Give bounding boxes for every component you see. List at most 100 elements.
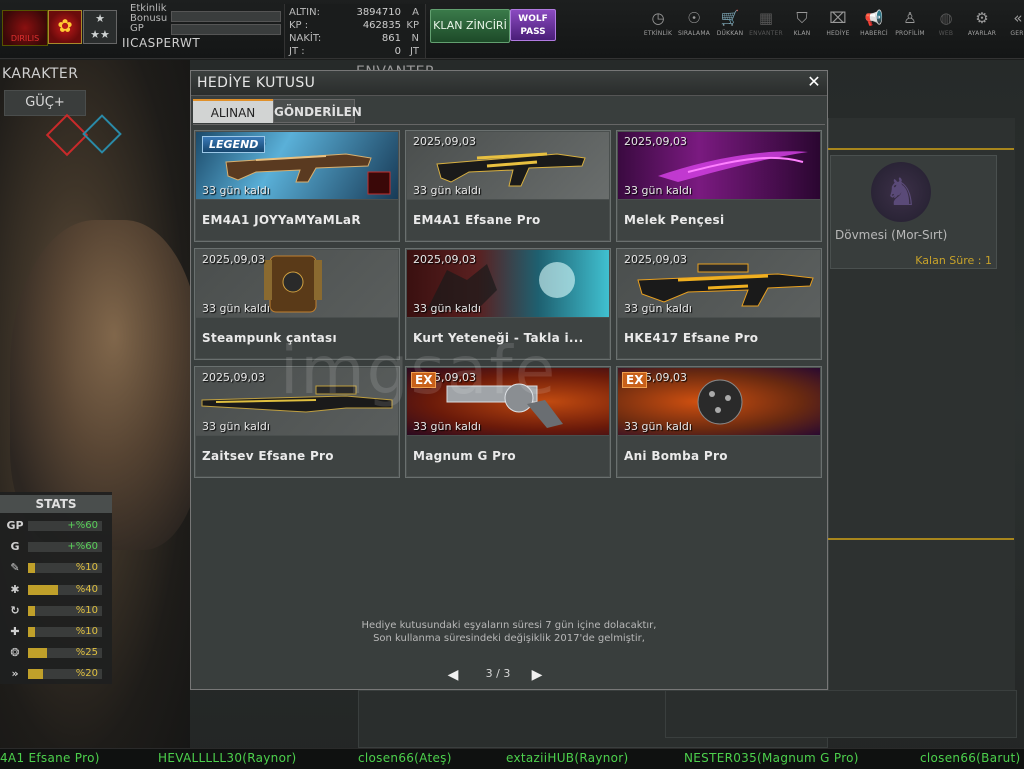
gift-item-card[interactable]: EX 2025,09,03 33 gün kaldı Ani Bomba Pro — [616, 366, 822, 478]
legend-badge: LEGEND — [202, 136, 266, 153]
nav-label: HABERCİ — [860, 30, 888, 37]
panel-divider — [828, 148, 1014, 150]
item-thumbnail: 2025,09,03 33 gün kaldı — [618, 250, 820, 317]
stat-value: +%60 — [67, 520, 98, 531]
stat-fill — [28, 627, 36, 637]
gift-item-card[interactable]: LEGEND2025,09,0333 gün kaldı EM4A1 JOYYaM… — [194, 130, 400, 242]
gp-bar — [171, 24, 281, 35]
tab-received[interactable]: ALINAN — [193, 99, 273, 123]
nav-shield[interactable]: ⛉ KLAN — [784, 6, 820, 52]
gift-item-card[interactable]: 2025,09,03 33 gün kaldı Kurt Yeteneği - Ta… — [405, 248, 611, 360]
stars-badge-icon: ★ ★★ — [83, 10, 117, 44]
rank-badge-icon[interactable]: ✿ — [48, 10, 82, 44]
close-icon[interactable]: ✕ — [805, 73, 823, 91]
item-name: Melek Pençesi — [624, 213, 725, 227]
item-name: EM4A1 Efsane Pro — [413, 213, 541, 227]
stat-row: G +%60 — [6, 539, 106, 555]
stat-row: ✎ %10 — [6, 560, 106, 576]
cart-icon: 🛒 — [720, 9, 740, 27]
item-date: 2025,09,03 — [202, 371, 265, 384]
top-bar: DIRILIS ✿ ★ ★★ Etkinlik Bonusu GP IICASPE… — [0, 0, 1024, 59]
item-thumbnail: EX 2025,09,03 33 gün kaldı — [407, 368, 609, 435]
days-remaining: 33 gün kaldı — [413, 420, 481, 433]
dash-icon: » — [11, 667, 19, 681]
nav-medal[interactable]: ☉ SIRALAMA — [676, 6, 712, 52]
tab-sent[interactable]: GÖNDERİLEN — [273, 99, 362, 123]
nav-label: ETKİNLİK — [643, 30, 673, 37]
nav-gift[interactable]: ⌧ HEDİYE — [820, 6, 856, 52]
nav-label: SIRALAMA — [677, 30, 711, 37]
stat-fill — [28, 669, 43, 680]
nav-gear[interactable]: ⚙ AYARLAR — [964, 6, 1000, 52]
stat-row: » %20 — [6, 666, 106, 682]
globe-icon: ◍ — [939, 9, 953, 27]
stat-value: %10 — [75, 604, 98, 616]
nav-inventory[interactable]: ▦ ENVANTER — [748, 6, 784, 52]
stat-value: %10 — [75, 626, 98, 637]
nav-label: WEB — [938, 30, 954, 37]
ex-badge: EX — [622, 372, 648, 388]
dialog-title: HEDİYE KUTUSU — [197, 75, 316, 91]
nav-back[interactable]: « GERİ — [1000, 6, 1024, 52]
nav-clock[interactable]: ◷ ETKİNLİK — [640, 6, 676, 52]
item-thumbnail: 2025,09,03 33 gün kaldı — [196, 368, 398, 435]
nav-label: GERİ — [1010, 30, 1024, 37]
gift-item-card[interactable]: 2025,09,03 33 gün kaldı EM4A1 Efsane Pro — [405, 130, 611, 242]
days-remaining: 33 gün kaldı — [624, 184, 692, 197]
days-remaining: 33 gün kaldı — [202, 420, 270, 433]
item-date: 2025,09,03 — [413, 253, 476, 266]
pagination: ◀ 3 / 3 ▶ — [445, 665, 565, 685]
days-remaining: 33 gün kaldı — [624, 420, 692, 433]
next-page-icon[interactable]: ▶ — [529, 665, 545, 685]
nav-globe[interactable]: ◍ WEB — [928, 6, 964, 52]
stat-row: ❂ %25 — [6, 645, 106, 661]
stamina-icon: ✎ — [10, 561, 20, 575]
gift-item-card[interactable]: EX 2025,09,03 33 gün kaldı Magnum G Pro — [405, 366, 611, 478]
item-thumbnail: EX 2025,09,03 33 gün kaldı — [618, 368, 820, 435]
nav-label: PROFİLİM — [895, 30, 925, 37]
item-name: EM4A1 JOYYaMYaMLaR — [202, 213, 361, 227]
item-name-bar: Ani Bomba Pro — [618, 436, 820, 476]
nav-cart[interactable]: 🛒 DÜKKAN — [712, 6, 748, 52]
item-name-bar: Magnum G Pro — [407, 436, 609, 476]
item-name: Ani Bomba Pro — [624, 449, 728, 463]
item-name: Kurt Yeteneği - Takla i... — [413, 331, 584, 345]
clan-chain-button[interactable]: KLAN ZİNCİRİ — [430, 9, 510, 43]
gift-item-card[interactable]: 2025,09,03 33 gün kaldı Zaitsev Efsane Pro — [194, 366, 400, 478]
stat-bar: %10 — [28, 604, 102, 616]
stat-bar: %10 — [28, 626, 102, 637]
stat-fill — [28, 584, 58, 595]
username: IICASPERWT — [122, 36, 201, 50]
nav-megaphone[interactable]: 📢 HABERCİ — [856, 6, 892, 52]
gift-item-card[interactable]: 2025,09,03 33 gün kaldı Melek Pençesi — [616, 130, 822, 242]
stat-row: ↻ %10 — [6, 603, 106, 619]
clock-icon: ◷ — [651, 9, 665, 27]
bottom-panel — [665, 690, 1017, 738]
notice-line: Son kullanma süresindeki değişiklik 2017… — [373, 633, 645, 644]
stat-bar: %20 — [28, 668, 102, 680]
page-indicator: 3 / 3 — [485, 667, 511, 680]
tattoo-item-card[interactable]: ♞ Dövmesi (Mor-Sırt) Kalan Süre : 1 — [830, 155, 997, 269]
stat-bar: %10 — [28, 562, 102, 574]
stat-bar: %40 — [28, 584, 102, 595]
ticker-entry: 4A1 Efsane Pro) — [0, 751, 100, 765]
kp-row: KP :462835 KP — [289, 20, 419, 31]
prev-page-icon[interactable]: ◀ — [445, 665, 461, 685]
stat-fill — [28, 648, 47, 659]
gift-item-card[interactable]: 2025,09,03 33 gün kaldı HKE417 Efsane Pro — [616, 248, 822, 360]
wolf-pass-button[interactable]: WOLF PASS — [510, 9, 556, 41]
item-name-bar: EM4A1 JOYYaMYaMLaR — [196, 200, 398, 240]
nav-label: AYARLAR — [967, 30, 997, 37]
item-thumbnail: 2025,09,03 33 gün kaldı — [407, 132, 609, 199]
stat-bar: +%60 — [28, 541, 102, 553]
stats-title: STATS — [0, 495, 112, 513]
gift-item-card[interactable]: 2025,09,03 33 gün kaldı Steampunk çantası — [194, 248, 400, 360]
item-name: HKE417 Efsane Pro — [624, 331, 759, 345]
stat-value: %20 — [75, 668, 98, 680]
power-plus-button[interactable]: GÜÇ+ — [4, 90, 86, 116]
clan-logo[interactable]: DIRILIS — [2, 10, 48, 46]
item-thumbnail: 2025,09,03 33 gün kaldı — [196, 250, 398, 317]
nav-profile[interactable]: ♙ PROFİLİM — [892, 6, 928, 52]
days-remaining: 33 gün kaldı — [624, 302, 692, 315]
days-remaining: 33 gün kaldı — [202, 184, 270, 197]
